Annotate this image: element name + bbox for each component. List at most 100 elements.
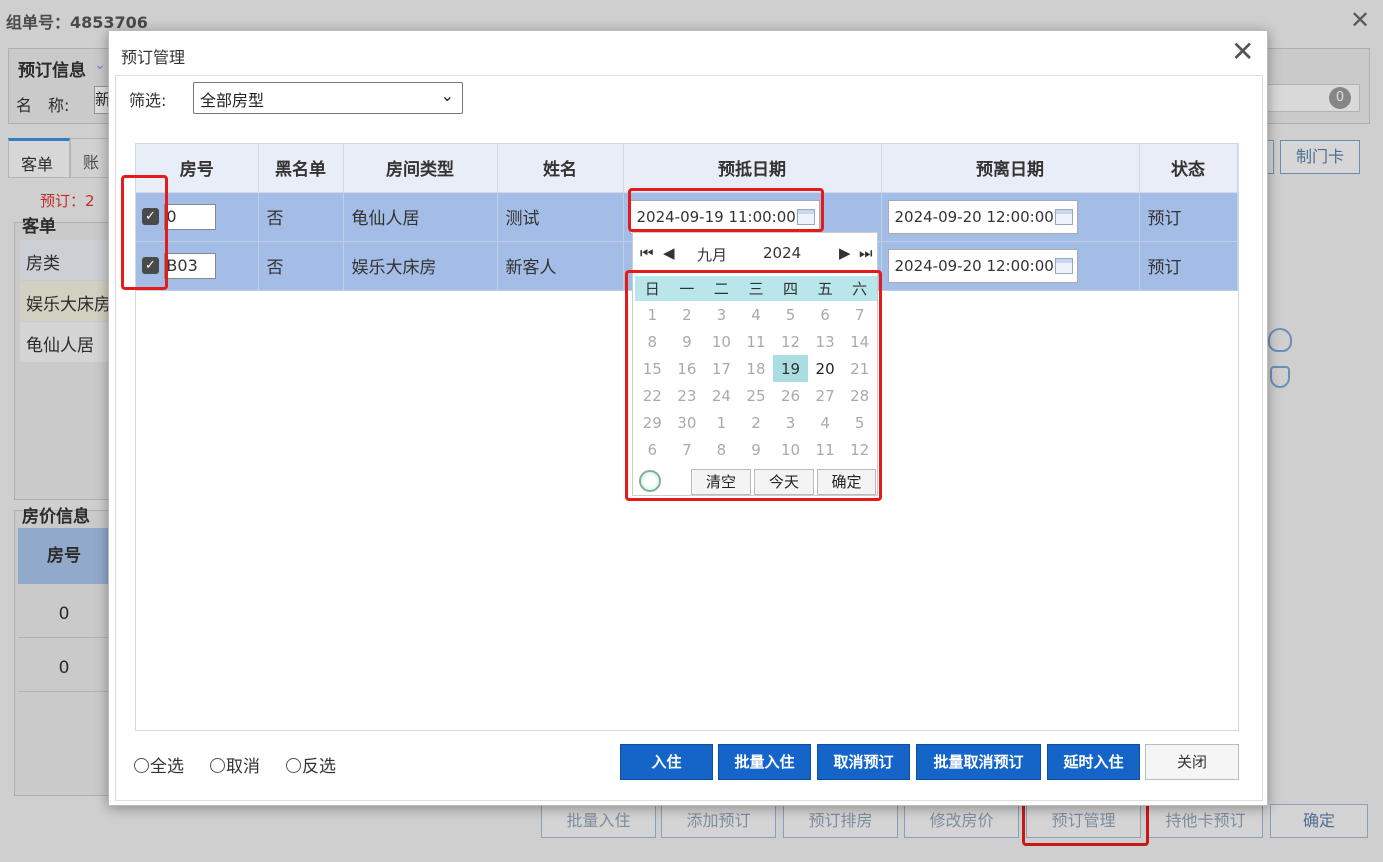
- weekday-label: 六: [842, 276, 877, 301]
- month-label[interactable]: 九月: [697, 244, 727, 265]
- departure-date-input[interactable]: 2024-09-20 12:00:00: [887, 248, 1078, 283]
- calendar-day: 8: [647, 332, 658, 351]
- calendar-icon[interactable]: [1054, 257, 1073, 274]
- prev-month-icon[interactable]: ◀: [663, 244, 675, 262]
- calendar-day-selected[interactable]: 19: [773, 355, 808, 382]
- radio-label: 全选: [150, 757, 184, 777]
- delayed-checkin-button[interactable]: 延时入住: [1047, 744, 1140, 780]
- calendar-day: 3: [716, 305, 727, 324]
- calendar-day: 8: [716, 440, 727, 459]
- col-departure: 预离日期: [881, 144, 1140, 193]
- calendar-day: 4: [820, 413, 830, 432]
- next-month-icon[interactable]: ▶: [839, 244, 851, 262]
- room-type-filter-select[interactable]: 全部房型 ⌄: [193, 82, 463, 114]
- calendar-day: 3: [785, 413, 796, 432]
- room-type-cell: 龟仙人居: [343, 192, 498, 242]
- calendar-icon[interactable]: [1054, 208, 1073, 225]
- radio-circle: [286, 758, 301, 773]
- weekday-label: 日: [635, 276, 670, 301]
- calendar-day: 2: [751, 413, 761, 432]
- arrival-date-value: 2024-09-19 11:00:00: [636, 207, 796, 226]
- deselect-radio[interactable]: 取消: [210, 752, 260, 777]
- today-button[interactable]: 今天: [754, 469, 814, 495]
- invert-selection-radio[interactable]: 反选: [286, 752, 336, 777]
- radio-label: 反选: [302, 757, 336, 777]
- picker-ok-button[interactable]: 确定: [817, 469, 876, 495]
- calendar-day: 7: [682, 440, 692, 459]
- calendar-week: 22 23 24 25 26 27 28: [635, 382, 877, 409]
- calendar-day: 23: [677, 386, 697, 405]
- next-year-icon[interactable]: ⏭: [859, 244, 873, 262]
- calendar-day: 14: [850, 332, 870, 351]
- calendar-icon[interactable]: [796, 208, 815, 225]
- calendar-day: 9: [682, 332, 692, 351]
- calendar-day: 2: [682, 305, 692, 324]
- calendar-day: 18: [746, 359, 766, 378]
- close-icon[interactable]: ✕: [1231, 35, 1254, 68]
- chevron-down-icon: ⌄: [440, 86, 454, 105]
- calendar-week: 6 7 8 9 10 11 12: [635, 436, 877, 463]
- calendar-day: 5: [854, 413, 865, 432]
- calendar-day: 27: [815, 386, 835, 405]
- calendar-day: 6: [647, 440, 658, 459]
- guest-name-cell: 测试: [497, 192, 624, 242]
- departure-date-input[interactable]: 2024-09-20 12:00:00: [887, 199, 1078, 234]
- radio-label: 取消: [226, 757, 260, 777]
- calendar-day: 28: [850, 386, 870, 405]
- date-picker-popup: ⏮ ◀ 九月 2024 ▶ ⏭ 日 一 二 三 四 五 六 1 2 3 4 5: [632, 232, 878, 496]
- arrival-date-input[interactable]: 2024-09-19 11:00:00: [629, 199, 820, 234]
- calendar-day: 11: [746, 332, 766, 351]
- weekday-label: 五: [807, 276, 843, 301]
- select-all-radio[interactable]: 全选: [134, 752, 184, 777]
- table-header-row: 房号 黑名单 房间类型 姓名 预抵日期 预离日期 状态: [136, 144, 1238, 193]
- calendar-day: 12: [850, 440, 870, 459]
- calendar-day: 26: [780, 386, 801, 405]
- calendar-day: 17: [711, 359, 731, 378]
- year-label[interactable]: 2024: [763, 244, 801, 262]
- guest-name-cell: 新客人: [497, 241, 624, 291]
- calendar-day: 10: [780, 440, 801, 459]
- calendar-day: 7: [854, 305, 865, 324]
- room-number-input[interactable]: B03: [164, 252, 217, 279]
- calendar-week: 15 16 17 18 19 20 21: [635, 355, 877, 382]
- status-cell: 预订: [1139, 241, 1238, 291]
- weekday-label: 四: [773, 276, 808, 301]
- date-picker-footer: 清空 今天 确定: [633, 467, 879, 497]
- calendar-day: 13: [815, 332, 835, 351]
- prev-year-icon[interactable]: ⏮: [640, 244, 654, 262]
- calendar-day: 22: [642, 386, 662, 405]
- filter-label: 筛选:: [129, 91, 167, 110]
- departure-date-value: 2024-09-20 12:00:00: [894, 207, 1054, 226]
- calendar-day: 12: [780, 332, 801, 351]
- batch-checkin-button[interactable]: 批量入住: [718, 744, 811, 780]
- calendar-week: 1 2 3 4 5 6 7: [635, 301, 877, 328]
- weekday-row: 日 一 二 三 四 五 六: [635, 276, 877, 301]
- calendar-day-available[interactable]: 20: [808, 355, 843, 382]
- radio-circle: [210, 758, 225, 773]
- room-type-cell: 娱乐大床房: [343, 241, 498, 291]
- col-arrival: 预抵日期: [623, 144, 882, 193]
- calendar-week: 8 9 10 11 12 13 14: [635, 328, 877, 355]
- checkin-button[interactable]: 入住: [620, 744, 713, 780]
- dialog-title: 预订管理: [121, 48, 186, 67]
- row-checkbox[interactable]: ✓: [142, 208, 159, 225]
- blacklist-cell: 否: [258, 241, 344, 291]
- calendar-day: 6: [820, 305, 830, 324]
- clock-icon[interactable]: [639, 470, 661, 492]
- close-button[interactable]: 关闭: [1145, 744, 1239, 780]
- status-cell: 预订: [1139, 192, 1238, 242]
- calendar-day: 21: [850, 359, 870, 378]
- calendar-day: 1: [716, 413, 727, 432]
- col-name: 姓名: [497, 144, 624, 193]
- batch-cancel-booking-button[interactable]: 批量取消预订: [916, 744, 1041, 780]
- calendar-grid: 日 一 二 三 四 五 六 1 2 3 4 5 6 7 8 9 10 11 12…: [635, 276, 877, 463]
- departure-date-value: 2024-09-20 12:00:00: [894, 256, 1054, 275]
- date-picker-header: ⏮ ◀ 九月 2024 ▶ ⏭: [633, 233, 879, 273]
- row-checkbox[interactable]: ✓: [142, 257, 159, 274]
- cancel-booking-button[interactable]: 取消预订: [817, 744, 910, 780]
- col-blacklist: 黑名单: [258, 144, 344, 193]
- room-number-input[interactable]: 0: [164, 203, 217, 230]
- radio-circle: [134, 758, 149, 773]
- clear-button[interactable]: 清空: [691, 469, 751, 495]
- blacklist-cell: 否: [258, 192, 344, 242]
